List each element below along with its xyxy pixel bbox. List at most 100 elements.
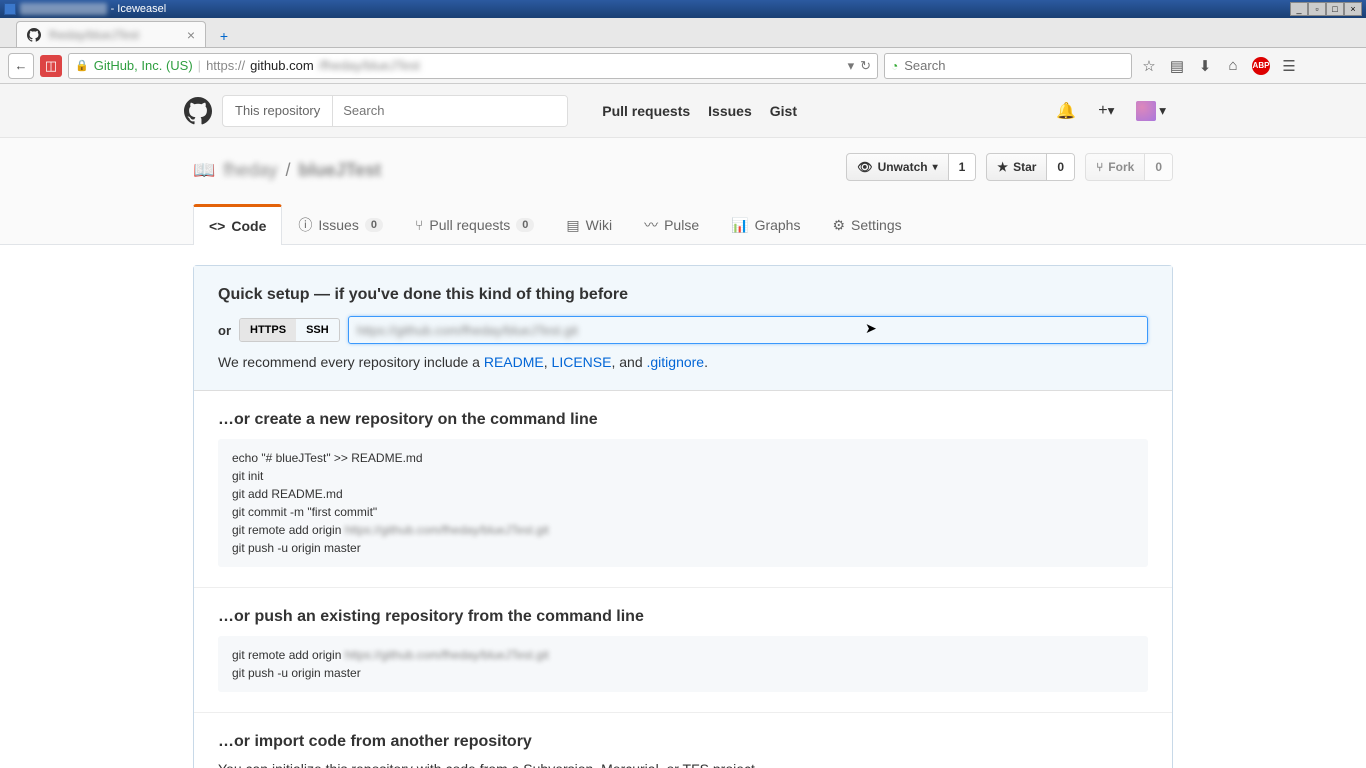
url-prefix: https:// (206, 58, 245, 73)
pulls-count: 0 (516, 218, 534, 232)
fork-label: Fork (1108, 160, 1134, 174)
window-controls: _ ▫ □ × (1290, 2, 1362, 16)
history-dropdown-icon[interactable]: ▾ (848, 58, 855, 74)
readme-link[interactable]: README (484, 354, 544, 370)
push-title: …or push an existing repository from the… (218, 608, 1148, 626)
clone-url-input[interactable]: https://github.com/fheday/blueJTest.git (348, 316, 1148, 344)
downloads-icon[interactable]: ⬇ (1194, 57, 1216, 75)
notifications-icon[interactable]: 🔔 (1056, 101, 1076, 121)
push-repo-section: …or push an existing repository from the… (194, 588, 1172, 713)
browser-search-input[interactable] (904, 58, 1125, 73)
site-identity: GitHub, Inc. (US) (94, 58, 193, 73)
star-label: Star (1013, 160, 1036, 174)
minimize-button[interactable]: _ (1290, 2, 1308, 16)
ublock-icon[interactable]: ◫ (40, 55, 62, 77)
close-window-button[interactable]: × (1344, 2, 1362, 16)
repo-owner-blurred[interactable]: fheday (223, 160, 277, 181)
tab-title-blurred: fheday/blueJTest (49, 28, 139, 42)
eye-icon: 👁 (857, 160, 872, 174)
dock-button[interactable]: ▫ (1308, 2, 1326, 16)
repo-header: 📖 fheday / blueJTest 👁Unwatch▾ 1 ★Star 0… (0, 138, 1366, 245)
pulse-icon: 〰 (644, 215, 658, 235)
fork-icon: ⑂ (1096, 160, 1103, 174)
os-titlebar: fheday/blueJTest - Iceweasel _ ▫ □ × (0, 0, 1366, 18)
repo-search: This repository (222, 95, 568, 127)
star-count[interactable]: 0 (1047, 154, 1074, 180)
watch-count[interactable]: 1 (949, 154, 976, 180)
app-icon (4, 3, 16, 15)
maximize-button[interactable]: □ (1326, 2, 1344, 16)
push-codeblock[interactable]: git remote add origin https://github.com… (218, 636, 1148, 692)
browser-search-box[interactable]: ◔ (884, 53, 1132, 79)
star-icon: ★ (997, 160, 1008, 174)
window-title-blurred: fheday/blueJTest (20, 3, 107, 15)
reload-icon[interactable]: ↻ (860, 58, 871, 74)
browser-tabstrip: fheday/blueJTest × + (0, 18, 1366, 48)
search-scope[interactable]: This repository (223, 96, 333, 126)
avatar-icon (1136, 101, 1156, 121)
browser-tab[interactable]: fheday/blueJTest × (16, 21, 206, 47)
window-app-name: - Iceweasel (111, 3, 167, 15)
code-icon: <> (209, 218, 225, 234)
graph-icon: 📊 (731, 217, 748, 234)
issue-icon: ⓘ (298, 215, 312, 235)
tab-close-button[interactable]: × (187, 27, 195, 43)
quick-setup-title: Quick setup — if you've done this kind o… (218, 286, 1148, 304)
tab-issues[interactable]: ⓘIssues0 (282, 204, 399, 245)
create-new-icon[interactable]: +▾ (1098, 102, 1114, 120)
import-desc: You can initialize this repository with … (218, 761, 1148, 768)
lock-icon: 🔒 (75, 59, 89, 72)
gitignore-link[interactable]: .gitignore (647, 354, 705, 370)
search-engine-icon: ◔ (891, 59, 898, 73)
url-path-blurred: /fheday/blueJTest (319, 58, 420, 73)
bookmark-star-icon[interactable]: ☆ (1138, 57, 1160, 75)
page-viewport: This repository Pull requests Issues Gis… (0, 84, 1366, 768)
repo-name-blurred[interactable]: blueJTest (298, 160, 381, 181)
back-button[interactable]: ← (8, 53, 34, 79)
pr-icon: ⑂ (415, 217, 423, 233)
tab-wiki[interactable]: ▤Wiki (550, 204, 628, 245)
nav-gist[interactable]: Gist (770, 103, 797, 119)
recommend-text: We recommend every repository include a … (218, 354, 1148, 370)
repo-icon: 📖 (193, 160, 215, 181)
github-header: This repository Pull requests Issues Gis… (0, 84, 1366, 138)
quick-setup-box: Quick setup — if you've done this kind o… (193, 265, 1173, 768)
watch-label: Unwatch (878, 160, 928, 174)
menu-icon[interactable]: ☰ (1278, 57, 1300, 75)
create-title: …or create a new repository on the comma… (218, 411, 1148, 429)
protocol-switch: HTTPS SSH (239, 318, 340, 342)
tab-settings[interactable]: ⚙Settings (816, 204, 917, 245)
tab-pulls[interactable]: ⑂Pull requests0 (399, 204, 550, 245)
repo-tabs: <>Code ⓘIssues0 ⑂Pull requests0 ▤Wiki 〰P… (193, 203, 1173, 244)
watch-button-group[interactable]: 👁Unwatch▾ 1 (846, 153, 976, 181)
github-search-input[interactable] (333, 96, 567, 126)
github-nav: Pull requests Issues Gist (602, 103, 797, 119)
clone-url-blurred: https://github.com/fheday/blueJTest.git (357, 323, 578, 338)
tab-pulse[interactable]: 〰Pulse (628, 204, 715, 245)
nav-pull-requests[interactable]: Pull requests (602, 103, 690, 119)
gear-icon: ⚙ (832, 217, 845, 234)
user-menu[interactable]: ▾ (1136, 101, 1166, 121)
license-link[interactable]: LICENSE (552, 354, 612, 370)
abp-icon[interactable]: ABP (1250, 57, 1272, 75)
library-icon[interactable]: ▤ (1166, 57, 1188, 75)
book-icon: ▤ (566, 217, 579, 234)
fork-button-group[interactable]: ⑂ Fork 0 (1085, 153, 1173, 181)
tab-graphs[interactable]: 📊Graphs (715, 204, 816, 245)
star-button-group[interactable]: ★ Star 0 (986, 153, 1075, 181)
nav-issues[interactable]: Issues (708, 103, 752, 119)
tab-code[interactable]: <>Code (193, 204, 282, 245)
create-repo-section: …or create a new repository on the comma… (194, 391, 1172, 588)
ssh-button[interactable]: SSH (296, 319, 339, 341)
create-codeblock[interactable]: echo "# blueJTest" >> README.md git init… (218, 439, 1148, 567)
github-favicon (27, 28, 41, 42)
https-button[interactable]: HTTPS (240, 319, 296, 341)
url-domain: github.com (250, 58, 314, 73)
import-title: …or import code from another repository (218, 733, 1148, 751)
fork-count[interactable]: 0 (1145, 154, 1172, 180)
home-icon[interactable]: ⌂ (1222, 57, 1244, 74)
new-tab-button[interactable]: + (212, 25, 236, 47)
github-logo-icon[interactable] (184, 97, 212, 125)
browser-toolbar: ← ◫ 🔒 GitHub, Inc. (US) | https://github… (0, 48, 1366, 84)
url-bar[interactable]: 🔒 GitHub, Inc. (US) | https://github.com… (68, 53, 878, 79)
